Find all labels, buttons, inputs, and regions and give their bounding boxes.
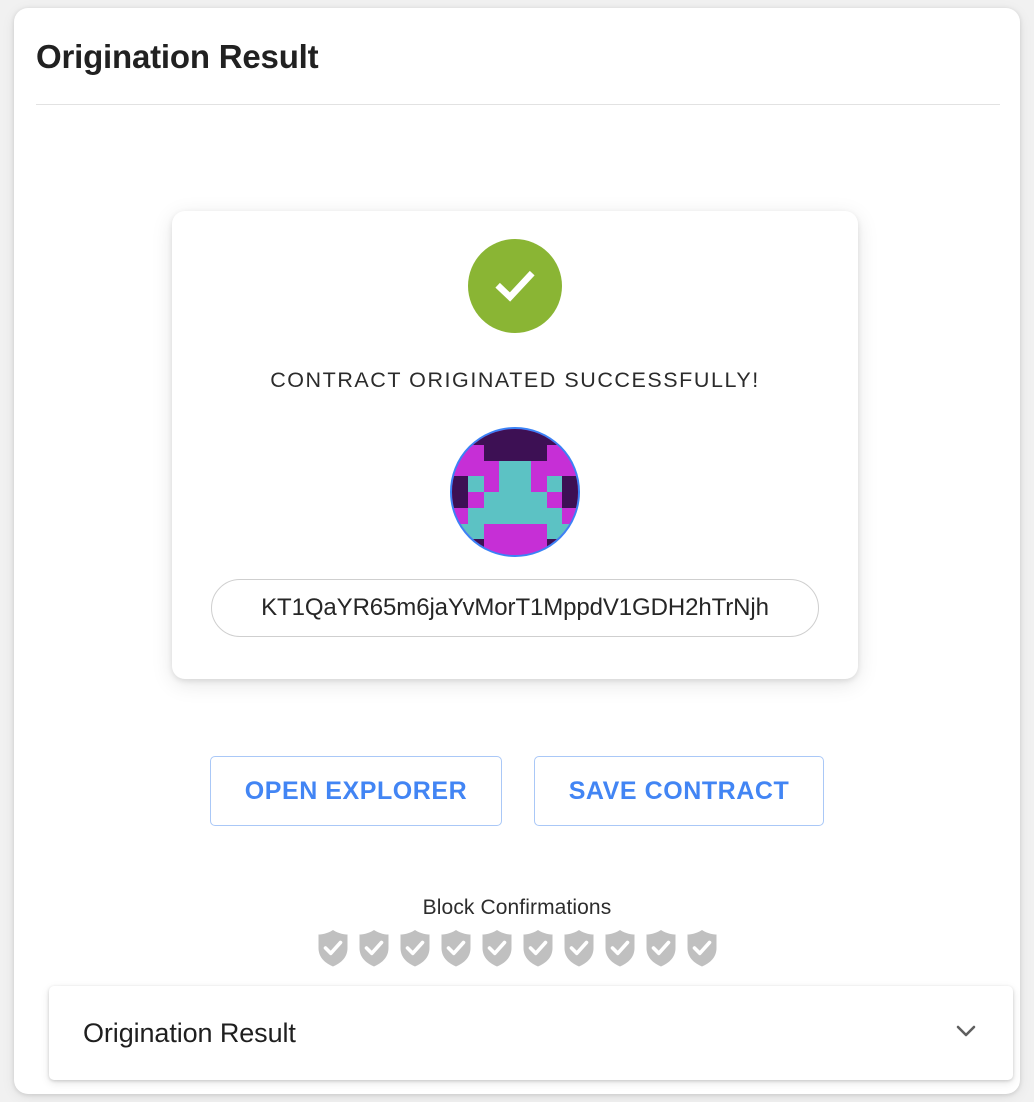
identicon-cell-0-6 — [546, 429, 563, 445]
success-card: CONTRACT ORIGINATED SUCCESSFULLY! KT1QaY… — [172, 211, 858, 679]
identicon-cell-7-2 — [483, 539, 500, 555]
accordion-title: Origination Result — [83, 1017, 296, 1048]
origination-result-accordion[interactable]: Origination Result — [49, 986, 1013, 1080]
identicon-cell-0-3 — [499, 429, 515, 445]
identicon-cell-0-4 — [515, 429, 531, 445]
contract-address-field[interactable]: KT1QaYR65m6jaYvMorT1MppdV1GDH2hTrNjh — [211, 579, 819, 637]
block-confirmations: Block Confirmations — [14, 896, 1020, 973]
identicon-cell-1-3 — [499, 444, 515, 461]
page-title: Origination Result — [36, 38, 319, 75]
identicon-cell-0-0 — [452, 429, 468, 445]
identicon-cell-6-2 — [483, 523, 500, 540]
identicon-cell-4-5 — [530, 492, 547, 508]
identicon-cell-2-1 — [467, 460, 484, 477]
confirmation-shield-row — [14, 928, 1020, 973]
action-button-row: OPEN EXPLORER SAVE CONTRACT — [14, 756, 1020, 826]
identicon-cell-7-0 — [452, 539, 468, 555]
identicon-cell-5-3 — [499, 507, 515, 524]
identicon-cell-6-7 — [562, 523, 578, 540]
app-root: Origination Result CONTRACT ORIGINATED S… — [0, 0, 1034, 1102]
identicon-cell-3-0 — [452, 476, 468, 492]
save-contract-button[interactable]: SAVE CONTRACT — [534, 756, 824, 826]
confirmation-shield-2 — [356, 928, 392, 973]
confirmation-shield-7 — [561, 928, 597, 973]
identicon-cell-7-3 — [499, 539, 515, 555]
identicon-cell-3-4 — [515, 476, 531, 492]
identicon-cell-6-0 — [452, 523, 468, 540]
identicon-cell-0-1 — [467, 429, 484, 445]
identicon-cell-5-7 — [562, 507, 578, 524]
identicon-cell-6-5 — [530, 523, 547, 540]
identicon-cell-4-4 — [515, 492, 531, 508]
identicon-cell-4-7 — [562, 492, 578, 508]
identicon-cell-0-5 — [530, 429, 547, 445]
confirmation-shield-6 — [520, 928, 556, 973]
confirmation-shield-1 — [315, 928, 351, 973]
success-message: CONTRACT ORIGINATED SUCCESSFULLY! — [270, 368, 760, 392]
identicon-cell-2-3 — [499, 460, 515, 477]
identicon-cell-6-3 — [499, 523, 515, 540]
identicon-cell-5-5 — [530, 507, 547, 524]
identicon-cell-3-5 — [530, 476, 547, 492]
chevron-down-icon[interactable] — [951, 1016, 981, 1051]
identicon-cell-2-0 — [452, 460, 468, 477]
identicon-cell-2-2 — [483, 460, 500, 477]
identicon-cell-1-7 — [562, 444, 578, 461]
identicon-cell-2-5 — [530, 460, 547, 477]
identicon-cell-1-0 — [452, 444, 468, 461]
identicon-cell-7-5 — [530, 539, 547, 555]
identicon-cell-2-4 — [515, 460, 531, 477]
contract-identicon — [450, 427, 580, 557]
identicon-cell-1-1 — [467, 444, 484, 461]
confirmation-shield-5 — [479, 928, 515, 973]
identicon-cell-3-3 — [499, 476, 515, 492]
identicon-cell-6-4 — [515, 523, 531, 540]
identicon-cell-1-4 — [515, 444, 531, 461]
confirmation-shield-8 — [602, 928, 638, 973]
identicon-cell-7-7 — [562, 539, 578, 555]
identicon-cell-3-6 — [546, 476, 563, 492]
identicon-cell-0-7 — [562, 429, 578, 445]
identicon-cell-7-6 — [546, 539, 563, 555]
identicon-cell-2-7 — [562, 460, 578, 477]
confirmation-shield-9 — [643, 928, 679, 973]
identicon-cell-4-2 — [483, 492, 500, 508]
check-circle-icon — [468, 239, 562, 333]
identicon-grid — [452, 429, 578, 555]
identicon-cell-5-4 — [515, 507, 531, 524]
identicon-cell-6-1 — [467, 523, 484, 540]
identicon-cell-3-7 — [562, 476, 578, 492]
identicon-cell-4-0 — [452, 492, 468, 508]
identicon-cell-1-5 — [530, 444, 547, 461]
identicon-cell-3-2 — [483, 476, 500, 492]
identicon-cell-1-2 — [483, 444, 500, 461]
identicon-cell-3-1 — [467, 476, 484, 492]
confirmation-shield-4 — [438, 928, 474, 973]
identicon-cell-5-1 — [467, 507, 484, 524]
confirmation-shield-10 — [684, 928, 720, 973]
identicon-cell-5-6 — [546, 507, 563, 524]
origination-result-panel: Origination Result CONTRACT ORIGINATED S… — [14, 8, 1020, 1094]
identicon-cell-2-6 — [546, 460, 563, 477]
block-confirmations-label: Block Confirmations — [422, 896, 612, 919]
identicon-cell-7-4 — [515, 539, 531, 555]
identicon-cell-5-0 — [452, 507, 468, 524]
open-explorer-button[interactable]: OPEN EXPLORER — [210, 756, 502, 826]
identicon-cell-4-3 — [499, 492, 515, 508]
identicon-cell-0-2 — [483, 429, 500, 445]
confirmation-shield-3 — [397, 928, 433, 973]
identicon-cell-5-2 — [483, 507, 500, 524]
identicon-cell-6-6 — [546, 523, 563, 540]
header-divider — [36, 104, 1000, 105]
identicon-circle — [450, 427, 580, 557]
identicon-cell-1-6 — [546, 444, 563, 461]
identicon-cell-4-1 — [467, 492, 484, 508]
identicon-cell-4-6 — [546, 492, 563, 508]
identicon-cell-7-1 — [467, 539, 484, 555]
